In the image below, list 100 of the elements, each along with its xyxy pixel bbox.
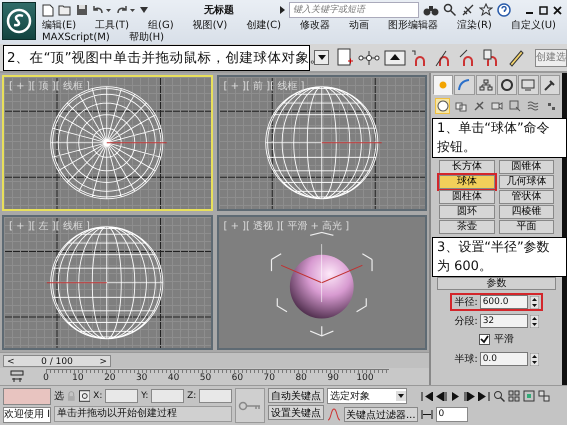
zoom-extents-icon[interactable] xyxy=(522,390,535,402)
frame-number: 100 xyxy=(356,372,374,382)
coordinate-field[interactable] xyxy=(199,389,232,403)
menu-item[interactable]: 图形编辑器 xyxy=(388,20,438,32)
crosshair-icon[interactable] xyxy=(78,390,90,402)
menu-item[interactable]: 动画 xyxy=(349,20,370,32)
x-axis-marker xyxy=(320,142,382,144)
time-slider-thumb[interactable]: < 0 / 100 > xyxy=(3,354,111,366)
key-step-icon[interactable] xyxy=(420,410,433,418)
parameter-label: 分段: xyxy=(454,315,478,328)
coordinate-label: Y: xyxy=(141,391,148,401)
axis-tripod-icon xyxy=(280,243,362,302)
open-folder-icon[interactable] xyxy=(58,4,72,16)
dropdown-arrow-icon[interactable] xyxy=(140,7,148,13)
previous-frame-icon[interactable] xyxy=(436,392,448,400)
object-type-button[interactable]: 平面 xyxy=(498,220,554,234)
time-slider-track[interactable]: < 0 / 100 > xyxy=(0,352,429,368)
menu-item[interactable]: MAXScript(M) xyxy=(42,32,110,44)
checkbox-label: 平滑 xyxy=(494,333,514,346)
go-to-start-icon[interactable] xyxy=(420,392,433,400)
maximize-icon[interactable] xyxy=(539,6,548,14)
hierarchy-tab-icon[interactable] xyxy=(476,75,496,95)
sphere-icon[interactable] xyxy=(435,98,450,114)
zoom-icon[interactable] xyxy=(492,390,505,402)
spinner-arrows-icon[interactable] xyxy=(530,314,539,328)
shaded-sphere xyxy=(289,254,354,318)
object-type-button[interactable]: 四棱锥 xyxy=(498,205,554,219)
move-gizmo-icon[interactable] xyxy=(358,48,380,66)
selection-lock-label: 选 xyxy=(54,390,64,403)
set-key-mode-button[interactable]: 设置关键点 xyxy=(268,405,324,420)
helper-icon[interactable] xyxy=(507,98,522,114)
parameter-field[interactable]: 0.0 xyxy=(480,352,528,366)
spinner-arrows-icon[interactable] xyxy=(530,296,539,308)
close-icon[interactable] xyxy=(553,6,562,14)
search-field[interactable]: 键入关键字或短语 xyxy=(289,2,419,18)
undo-icon[interactable] xyxy=(92,4,112,16)
selection-set-field[interactable]: 创建选 xyxy=(535,48,567,66)
object-type-button[interactable]: 茶壶 xyxy=(439,220,494,234)
curve-icon[interactable] xyxy=(327,408,341,420)
star-icon[interactable] xyxy=(479,3,493,17)
menu-item[interactable]: 工具(T) xyxy=(95,20,130,32)
key-mode-icon[interactable] xyxy=(10,370,24,383)
parameter-field[interactable]: 600.0 xyxy=(480,295,528,309)
modify-tab-icon[interactable] xyxy=(454,75,475,95)
auto-key-button[interactable]: 自动关键点 xyxy=(268,388,324,403)
color-swatch[interactable] xyxy=(3,388,51,405)
app-logo-icon[interactable] xyxy=(2,2,36,40)
x-axis-marker xyxy=(46,282,108,283)
save-icon[interactable] xyxy=(76,4,88,16)
object-type-button[interactable]: 圆环 xyxy=(439,205,494,219)
object-type-button[interactable]: 几何球体 xyxy=(498,175,554,189)
menu-item[interactable]: 创建(C) xyxy=(246,20,282,32)
menu-item[interactable]: 组(G) xyxy=(148,20,174,32)
rollout-header[interactable]: 参数 xyxy=(437,277,556,290)
display-tab-icon[interactable] xyxy=(518,75,539,95)
parameter-field[interactable]: 32 xyxy=(480,314,528,328)
current-frame-field[interactable]: 0 xyxy=(436,406,468,422)
key-filters-button[interactable]: 关键点过滤器... xyxy=(344,406,418,422)
object-type-button[interactable]: 圆柱体 xyxy=(439,190,494,204)
dropdown-button[interactable] xyxy=(314,50,329,65)
menu-item[interactable]: 帮助(H) xyxy=(128,32,164,44)
coordinate-field[interactable] xyxy=(151,389,184,403)
help-icon[interactable] xyxy=(497,3,511,17)
object-type-button[interactable]: 圆锥体 xyxy=(498,160,554,174)
menu-item[interactable]: 自定义(U) xyxy=(510,20,556,32)
frame-number: 50 xyxy=(200,372,212,382)
parameter-label: 半球: xyxy=(454,352,478,366)
new-file-icon[interactable] xyxy=(42,4,54,16)
parameter-label: 半径: xyxy=(454,296,478,309)
frame-number: 0 xyxy=(43,372,49,382)
menu-item[interactable]: 渲染(R) xyxy=(457,20,492,32)
menu-item[interactable]: 修改器 xyxy=(300,20,330,32)
key-mode-dropdown[interactable]: 选定对象 xyxy=(327,388,407,404)
menu-item[interactable]: 视图(V) xyxy=(192,20,228,32)
hammer-icon[interactable] xyxy=(540,75,560,95)
frame-number: 40 xyxy=(168,372,180,382)
select-region-icon[interactable] xyxy=(336,46,354,68)
object-type-button[interactable]: 管状体 xyxy=(498,190,554,204)
play-arrow-icon[interactable] xyxy=(280,6,285,14)
binoculars-icon[interactable] xyxy=(423,4,439,16)
checkbox[interactable] xyxy=(479,334,490,344)
coordinate-field[interactable] xyxy=(105,389,138,403)
up-arrow-button-icon[interactable] xyxy=(384,50,406,66)
spinner-arrows-icon[interactable] xyxy=(530,352,539,366)
zoom-all-icon[interactable] xyxy=(508,390,520,402)
frame-number: 10 xyxy=(72,372,84,382)
maxscript-listener-field[interactable]: 欢迎使用 I xyxy=(3,407,51,423)
redo-icon[interactable] xyxy=(116,4,136,16)
window-title: 无标题 xyxy=(204,4,234,17)
motion-tab-icon[interactable] xyxy=(496,75,518,95)
frame-number: 70 xyxy=(264,372,275,382)
object-type-button[interactable]: 球体 xyxy=(439,175,494,189)
next-frame-icon[interactable] xyxy=(462,392,475,400)
zoom-extents-all-icon[interactable] xyxy=(538,390,550,402)
frame-number: 20 xyxy=(104,372,116,382)
menu-item[interactable]: 编辑(E) xyxy=(42,20,76,32)
go-to-end-icon[interactable] xyxy=(478,392,490,400)
caret-icon xyxy=(396,391,406,401)
play-icon[interactable] xyxy=(450,392,460,400)
object-type-button[interactable]: 长方体 xyxy=(439,160,494,174)
